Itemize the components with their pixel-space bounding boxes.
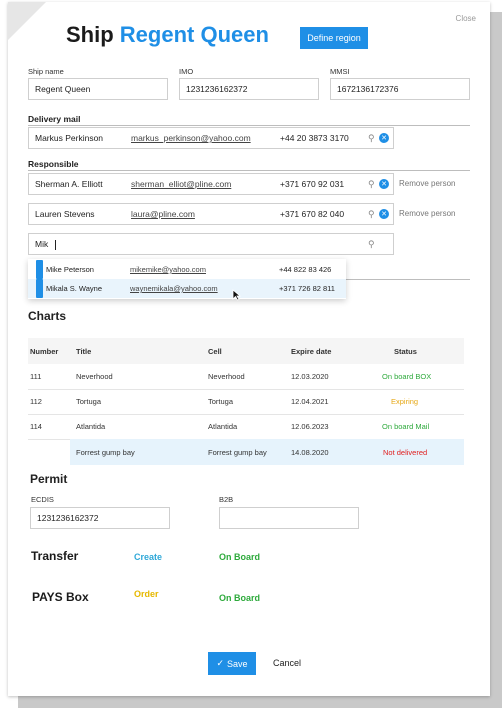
contact-phone: +44 20 3873 3170 xyxy=(280,133,349,143)
cell-number: 114 xyxy=(30,422,42,431)
ecdis-label: ECDIS xyxy=(31,495,54,504)
contact-icon xyxy=(36,279,43,298)
contact-email[interactable]: markus_perkinson@yahoo.com xyxy=(131,128,251,148)
title-prefix: Ship xyxy=(66,22,114,47)
table-row[interactable]: 114 Atlantida Atlantida 12.06.2023 On bo… xyxy=(28,414,464,440)
close-button[interactable]: Close xyxy=(456,14,476,23)
ship-name-label: Ship name xyxy=(28,67,64,76)
responsible-search-input[interactable]: Mik ⚲ xyxy=(28,233,394,255)
charts-heading: Charts xyxy=(28,309,67,323)
search-value: Mik xyxy=(35,239,49,249)
delivery-contact-row[interactable]: Markus Perkinson markus_perkinson@yahoo.… xyxy=(28,127,394,149)
clear-icon[interactable]: ✕ xyxy=(379,133,389,143)
cancel-button[interactable]: Cancel xyxy=(273,658,301,668)
cell-cell: Atlantida xyxy=(208,422,238,431)
check-icon: ✓ xyxy=(216,658,225,668)
imo-label: IMO xyxy=(179,67,194,76)
col-title: Title xyxy=(76,346,92,356)
cell-cell: Forrest gump bay xyxy=(208,447,267,457)
dropdown-option[interactable]: Mike Peterson mikemike@yahoo.com +44 822… xyxy=(28,260,346,279)
pays-box-label: PAYS Box xyxy=(32,590,89,604)
status-badge: On board Mail xyxy=(382,422,430,431)
person-phone: +371 670 82 040 xyxy=(280,209,345,219)
divider xyxy=(28,170,470,171)
cell-cell: Neverhood xyxy=(208,372,245,381)
responsible-heading: Responsible xyxy=(28,159,79,169)
cell-title: Atlantida xyxy=(76,422,106,431)
mmsi-label: MMSI xyxy=(330,67,350,76)
table-row[interactable]: 111 Neverhood Neverhood 12.03.2020 On bo… xyxy=(28,364,464,390)
cell-date: 12.04.2021 xyxy=(291,397,329,406)
pays-status: On Board xyxy=(219,593,261,603)
cell-title: Tortuga xyxy=(76,397,102,406)
transfer-label: Transfer xyxy=(31,549,79,563)
mmsi-field[interactable]: 1672136172376 xyxy=(330,78,470,100)
cell-title: Neverhood xyxy=(76,372,113,381)
b2b-label: B2B xyxy=(219,495,234,504)
cell-date: 14.08.2020 xyxy=(291,447,329,457)
b2b-field[interactable] xyxy=(219,507,359,529)
option-email: mikemike@yahoo.com xyxy=(130,265,206,274)
define-region-button[interactable]: Define region xyxy=(300,27,368,49)
imo-field[interactable]: 1231236162372 xyxy=(179,78,319,100)
save-button[interactable]: ✓ Save xyxy=(208,652,256,675)
table-header: Number Title Cell Expire date Status xyxy=(28,338,464,364)
cell-date: 12.03.2020 xyxy=(291,372,329,381)
status-badge: Expiring xyxy=(391,397,419,406)
table-row[interactable]: 112 Tortuga Tortuga 12.04.2021 Expiring xyxy=(28,389,464,415)
remove-person-link[interactable]: Remove person xyxy=(399,179,455,188)
text-cursor xyxy=(55,240,56,250)
option-phone: +371 726 82 811 xyxy=(279,284,335,293)
col-number: Number xyxy=(30,346,59,356)
save-label: Save xyxy=(227,658,248,669)
page-fold-corner xyxy=(8,2,46,40)
option-email: waynemikala@yahoo.com xyxy=(130,284,218,293)
option-phone: +44 822 83 426 xyxy=(279,265,332,274)
option-name: Mike Peterson xyxy=(46,265,94,274)
responsible-person-row[interactable]: Sherman A. Elliott sherman_elliot@pline.… xyxy=(28,173,394,195)
col-expire-date: Expire date xyxy=(291,346,332,356)
person-email[interactable]: laura@pline.com xyxy=(131,204,195,224)
delivery-mail-heading: Delivery mail xyxy=(28,114,81,124)
permit-heading: Permit xyxy=(30,472,68,486)
col-status: Status xyxy=(394,346,417,356)
cell-date: 12.06.2023 xyxy=(291,422,329,431)
transfer-status: On Board xyxy=(219,552,261,562)
divider xyxy=(346,279,470,280)
col-cell: Cell xyxy=(208,346,222,356)
cell-title: Forrest gump bay xyxy=(76,447,135,457)
search-icon[interactable]: ⚲ xyxy=(368,174,375,194)
status-badge: Not delivered xyxy=(383,447,428,457)
cell-number: 112 xyxy=(30,397,42,406)
responsible-person-row[interactable]: Lauren Stevens laura@pline.com +371 670 … xyxy=(28,203,394,225)
dropdown-option-highlighted[interactable]: Mikala S. Wayne waynemikala@yahoo.com +3… xyxy=(28,279,346,298)
cell-number: 111 xyxy=(30,372,42,381)
person-email[interactable]: sherman_elliot@pline.com xyxy=(131,174,231,194)
remove-person-link[interactable]: Remove person xyxy=(399,209,455,218)
clear-icon[interactable]: ✕ xyxy=(379,179,389,189)
person-name: Lauren Stevens xyxy=(35,209,95,219)
divider xyxy=(28,125,470,126)
create-link[interactable]: Create xyxy=(134,552,162,562)
status-badge: On board BOX xyxy=(382,372,432,381)
contact-name: Markus Perkinson xyxy=(35,133,104,143)
person-phone: +371 670 92 031 xyxy=(280,179,345,189)
autocomplete-dropdown: Mike Peterson mikemike@yahoo.com +44 822… xyxy=(28,259,346,299)
search-icon[interactable]: ⚲ xyxy=(368,234,375,254)
ecdis-field[interactable]: 1231236162372 xyxy=(30,507,170,529)
table-row[interactable]: Forrest gump bay Forrest gump bay 14.08.… xyxy=(28,439,464,465)
person-name: Sherman A. Elliott xyxy=(35,179,103,189)
search-icon[interactable]: ⚲ xyxy=(368,204,375,224)
cell-cell: Tortuga xyxy=(208,397,234,406)
contact-icon xyxy=(36,260,43,279)
ship-dialog: Ship Regent Queen Define region Close Sh… xyxy=(8,2,490,696)
search-icon[interactable]: ⚲ xyxy=(368,128,375,148)
order-link[interactable]: Order xyxy=(134,589,159,599)
title-ship-name: Regent Queen xyxy=(119,22,269,47)
clear-icon[interactable]: ✕ xyxy=(379,209,389,219)
mouse-cursor-icon xyxy=(232,289,241,301)
page-title: Ship Regent Queen xyxy=(66,22,269,48)
option-name: Mikala S. Wayne xyxy=(46,284,102,293)
ship-name-field[interactable]: Regent Queen xyxy=(28,78,168,100)
